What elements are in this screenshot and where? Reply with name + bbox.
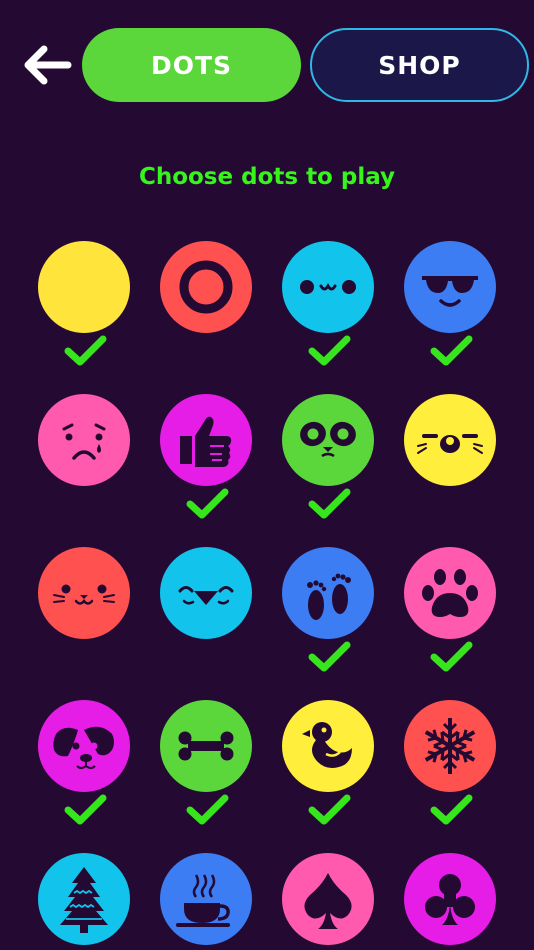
checkmark-icon	[430, 794, 473, 825]
checkmark-icon	[64, 335, 107, 366]
dot-option-club[interactable]	[404, 853, 496, 945]
smile-face-icon	[300, 280, 356, 294]
dot-option-tree[interactable]	[38, 853, 130, 945]
dot-option-bird[interactable]	[160, 547, 252, 639]
checkmark-icon	[308, 335, 351, 366]
bird-icon	[178, 586, 234, 605]
coffee-icon	[176, 874, 230, 927]
dot-option-bone[interactable]	[160, 700, 252, 825]
cat-icon	[53, 584, 115, 605]
dot-option-feet[interactable]	[282, 547, 374, 672]
thumbs-up-icon	[180, 416, 232, 467]
checkmark-icon	[186, 488, 229, 519]
bear-icon	[417, 434, 483, 454]
club-icon	[425, 874, 475, 925]
checkmark-icon	[64, 794, 107, 825]
checkmark-icon	[308, 794, 351, 825]
duck-icon	[302, 722, 352, 768]
dog-icon	[53, 726, 114, 769]
dot-option-panda[interactable]	[282, 394, 374, 519]
dots-selection-screen: DOTS SHOP Choose dots to play	[0, 0, 534, 950]
dot-option-cool-face[interactable]	[404, 241, 496, 366]
checkmark-icon	[430, 641, 473, 672]
dot-option-duck[interactable]	[282, 700, 374, 825]
dot-option-dog[interactable]	[38, 700, 130, 825]
sad-face-icon	[62, 423, 106, 460]
checkmark-icon	[308, 488, 351, 519]
dot-circle	[38, 241, 130, 333]
footprints-icon	[307, 573, 351, 620]
dot-option-spade[interactable]	[282, 853, 374, 945]
checkmark-icon	[430, 335, 473, 366]
dot-option-bear[interactable]	[404, 394, 496, 486]
checkmark-icon	[308, 641, 351, 672]
dot-option-plain-yellow[interactable]	[38, 241, 130, 366]
dot-option-cat[interactable]	[38, 547, 130, 639]
tree-icon	[60, 867, 108, 933]
dot-option-snowflake[interactable]	[404, 700, 496, 825]
dot-option-sad-face[interactable]	[38, 394, 130, 486]
paw-icon	[422, 569, 478, 617]
dot-option-cute-face[interactable]	[282, 241, 374, 366]
snowflake-icon	[424, 718, 476, 774]
dot-option-thumbs-up[interactable]	[160, 394, 252, 519]
panda-icon	[300, 421, 356, 458]
ring-icon	[179, 260, 233, 314]
spade-icon	[304, 873, 352, 929]
dot-grid	[0, 0, 534, 950]
dot-option-ring[interactable]	[160, 241, 252, 333]
bone-icon	[178, 731, 234, 761]
dot-option-paw[interactable]	[404, 547, 496, 672]
dot-option-coffee[interactable]	[160, 853, 252, 945]
checkmark-icon	[186, 794, 229, 825]
sunglasses-icon	[422, 276, 478, 307]
